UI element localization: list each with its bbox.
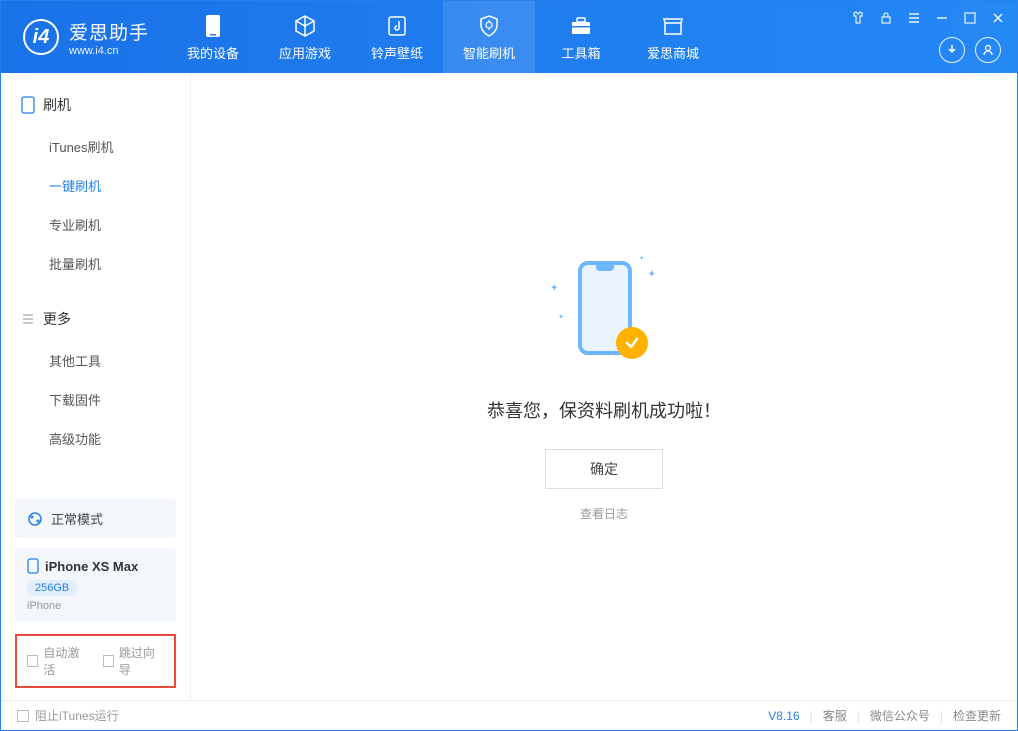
checkbox-auto-activate[interactable]: 自动激活	[27, 644, 89, 678]
close-button[interactable]	[989, 9, 1007, 27]
logo-area: i4 爱思助手 www.i4.cn	[1, 1, 167, 73]
sidebar-section-more: 更多	[1, 301, 190, 337]
sidebar-section-flash: 刷机	[1, 87, 190, 123]
view-log-link[interactable]: 查看日志	[580, 505, 628, 522]
tab-toolbox[interactable]: 工具箱	[535, 1, 627, 73]
footer: 阻止iTunes运行 V8.16 | 客服 | 微信公众号 | 检查更新	[1, 700, 1017, 730]
wechat-link[interactable]: 微信公众号	[870, 707, 930, 724]
version-label: V8.16	[768, 709, 799, 723]
sidebar-item-advanced[interactable]: 高级功能	[1, 419, 190, 458]
tab-flash[interactable]: 智能刷机	[443, 1, 535, 73]
store-icon	[660, 13, 686, 39]
tab-store[interactable]: 爱思商城	[627, 1, 719, 73]
app-title: 爱思助手	[69, 18, 149, 45]
device-type: iPhone	[27, 600, 164, 612]
check-badge-icon	[616, 327, 648, 359]
checkbox-skip-guide[interactable]: 跳过向导	[103, 644, 165, 678]
user-button[interactable]	[975, 37, 1001, 63]
checkbox-icon	[103, 655, 114, 667]
main-content: ✦ ✦ ✦ ✦ 恭喜您，保资料刷机成功啦！ 确定 查看日志	[191, 73, 1017, 700]
sidebar-item-pro-flash[interactable]: 专业刷机	[1, 205, 190, 244]
mode-chip[interactable]: 正常模式	[15, 499, 176, 538]
list-icon	[21, 312, 35, 326]
checkbox-icon	[27, 655, 38, 667]
support-link[interactable]: 客服	[823, 707, 847, 724]
phone-icon	[21, 96, 35, 114]
shield-icon	[476, 13, 502, 39]
success-illustration: ✦ ✦ ✦ ✦	[544, 253, 664, 373]
menu-icon[interactable]	[905, 9, 923, 27]
block-itunes-label[interactable]: 阻止iTunes运行	[35, 707, 119, 724]
device-icon	[200, 13, 226, 39]
device-icon	[27, 558, 39, 574]
update-link[interactable]: 检查更新	[953, 707, 1001, 724]
sidebar-item-download-firmware[interactable]: 下载固件	[1, 380, 190, 419]
sidebar-item-onekey-flash[interactable]: 一键刷机	[1, 166, 190, 205]
minimize-button[interactable]	[933, 9, 951, 27]
checkbox-highlight-box: 自动激活 跳过向导	[15, 634, 176, 688]
sidebar-item-other-tools[interactable]: 其他工具	[1, 341, 190, 380]
logo-icon: i4	[23, 19, 59, 55]
sparkle-icon: ✦	[558, 313, 564, 321]
window-controls	[849, 9, 1007, 27]
device-capacity: 256GB	[27, 580, 77, 596]
sparkle-icon: ✦	[648, 269, 656, 280]
cube-icon	[292, 13, 318, 39]
mode-icon	[27, 511, 43, 527]
shirt-icon[interactable]	[849, 9, 867, 27]
checkbox-icon[interactable]	[17, 710, 29, 722]
sparkle-icon: ✦	[550, 283, 558, 294]
music-icon	[384, 13, 410, 39]
app-header: i4 爱思助手 www.i4.cn 我的设备 应用游戏 铃声壁纸 智能刷机 工具…	[1, 1, 1017, 73]
download-button[interactable]	[939, 37, 965, 63]
tab-ringtones[interactable]: 铃声壁纸	[351, 1, 443, 73]
tab-apps[interactable]: 应用游戏	[259, 1, 351, 73]
sidebar-item-itunes-flash[interactable]: iTunes刷机	[1, 127, 190, 166]
sparkle-icon: ✦	[639, 255, 644, 262]
main-tabs: 我的设备 应用游戏 铃声壁纸 智能刷机 工具箱 爱思商城	[167, 1, 719, 73]
ok-button[interactable]: 确定	[545, 449, 663, 489]
lock-icon[interactable]	[877, 9, 895, 27]
sidebar: 刷机 iTunes刷机 一键刷机 专业刷机 批量刷机 更多 其他工具 下载固件 …	[1, 73, 191, 700]
maximize-button[interactable]	[961, 9, 979, 27]
app-subtitle: www.i4.cn	[69, 45, 149, 57]
success-message: 恭喜您，保资料刷机成功啦！	[487, 397, 721, 423]
tab-my-device[interactable]: 我的设备	[167, 1, 259, 73]
sidebar-item-batch-flash[interactable]: 批量刷机	[1, 244, 190, 283]
toolbox-icon	[568, 13, 594, 39]
device-chip[interactable]: iPhone XS Max 256GB iPhone	[15, 548, 176, 622]
